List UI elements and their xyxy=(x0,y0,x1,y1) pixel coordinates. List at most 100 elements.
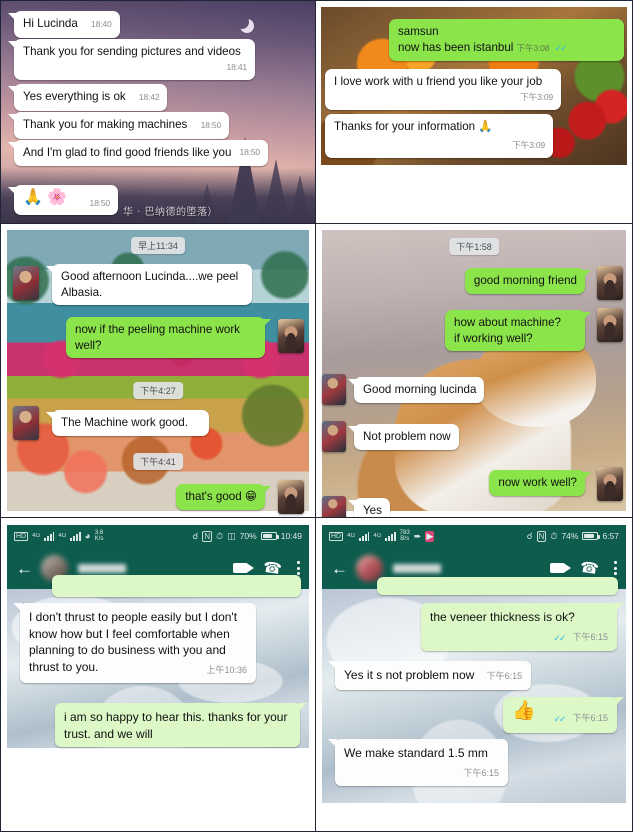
video-call-icon[interactable] xyxy=(233,563,255,573)
contact-name-blurred[interactable] xyxy=(78,563,170,573)
location-arrow-icon: ➨ xyxy=(413,530,422,541)
message-text-line1: samsun xyxy=(398,25,439,38)
message-time: 下午3:09 xyxy=(520,91,553,102)
message-bubble[interactable]: I love work with u friend you like your … xyxy=(325,69,561,110)
vibrate-icon: ◫ xyxy=(227,530,236,541)
day-timestamp: 下午4:27 xyxy=(133,382,183,399)
message-time: 18:40 xyxy=(91,19,112,29)
rate-unit: K/s xyxy=(94,535,104,542)
status-clock: 10:49 xyxy=(280,531,302,541)
message-bubble[interactable]: how about machine? if working well? xyxy=(445,310,591,351)
message-bubble[interactable]: now if the peeling machine work well? xyxy=(66,317,271,358)
message-text: Yes everything is ok xyxy=(23,90,126,103)
message-text: that's good 😁 xyxy=(185,490,257,503)
message-time: 18:42 xyxy=(138,92,160,102)
message-text: now work well? xyxy=(498,476,577,489)
app-notification-icon: ▶ xyxy=(425,530,435,542)
message-time: 18:50 xyxy=(239,147,260,157)
message-bubble[interactable]: Yes it s not problem now 下午6:15 xyxy=(327,661,532,690)
message-bubble-emoji[interactable]: 🙏 🌸 18:50 xyxy=(8,185,118,215)
message-bubble[interactable]: The Machine work good. xyxy=(46,410,209,436)
status-clock: 6:57 xyxy=(602,531,619,541)
message-bubble[interactable]: Yes everything is ok 18:42 xyxy=(7,84,168,111)
signal-bars-icon-1 xyxy=(359,531,370,541)
status-bar: HD 4G 4G 783 B/s ➨ ▶ ☌ N ⏱ 74% 6:57 xyxy=(322,525,626,547)
hd-icon: HD xyxy=(329,531,344,541)
message-bubble[interactable]: Thank you for sending pictures and video… xyxy=(8,39,255,80)
moon-icon xyxy=(235,15,249,29)
panel-chat-resort: 早上11:34 Good afternoon Lucinda....we pee… xyxy=(0,224,316,518)
message-time: 下午6:15 xyxy=(486,671,523,681)
signal-bars-icon-1 xyxy=(44,531,55,541)
message-bubble[interactable]: I don't thrust to people easily but I do… xyxy=(13,603,256,683)
chat-background: I don't thrust to people easily but I do… xyxy=(7,575,309,748)
network-type-label-2: 4G xyxy=(373,533,382,539)
message-bubble[interactable]: And I'm glad to find good friends like y… xyxy=(8,140,268,166)
battery-icon xyxy=(260,532,279,540)
video-call-icon[interactable] xyxy=(550,563,572,573)
overflow-menu-icon[interactable] xyxy=(614,561,617,575)
message-bubble[interactable]: now work well? xyxy=(489,470,591,496)
network-rate: 3.6 K/s xyxy=(94,529,104,542)
message-bubble[interactable]: Hi Lucinda 18:40 xyxy=(8,11,120,38)
avatar[interactable] xyxy=(322,496,346,517)
back-arrow-icon[interactable]: ← xyxy=(16,560,33,577)
avatar[interactable] xyxy=(597,308,623,342)
message-text: Thank you for making machines xyxy=(23,118,188,131)
message-time: 18:41 xyxy=(226,61,247,72)
message-bubble[interactable]: Yes xyxy=(348,498,390,517)
message-text: i am so happy to hear this. thanks for y… xyxy=(64,710,288,741)
message-time: 18:50 xyxy=(89,198,110,208)
phone-call-icon[interactable]: ☎ xyxy=(579,558,600,577)
message-text: Not problem now xyxy=(363,430,451,443)
message-bubble[interactable]: good morning friend xyxy=(464,268,592,294)
message-bubble[interactable]: Thanks for your information 🙏 下午3:09 xyxy=(325,114,553,158)
status-bar: HD 4G 4G ◕ 3.6 K/s ☌ N ⏱ ◫ 70% 10:49 xyxy=(7,525,309,547)
message-text: Thanks for your information 🙏 xyxy=(334,120,493,133)
alarm-icon: ⏱ xyxy=(216,530,224,541)
message-bubble[interactable]: Good morning lucinda xyxy=(347,377,485,403)
avatar[interactable] xyxy=(278,319,304,353)
message-bubble[interactable]: samsun now has been istanbul 下午3:08 ✓✓ xyxy=(389,19,624,61)
emoji-content: 🙏 🌸 xyxy=(23,189,68,206)
message-bubble[interactable]: that's good 😁 xyxy=(176,484,271,510)
message-text: The Machine work good. xyxy=(61,416,188,429)
message-bubble[interactable]: Good afternoon Lucinda....we peel Albasi… xyxy=(46,264,252,305)
message-text: And I'm glad to find good friends like y… xyxy=(23,146,232,159)
avatar[interactable] xyxy=(597,467,623,501)
message-bubble[interactable]: i am so happy to hear this. thanks for y… xyxy=(55,703,307,747)
contact-name-blurred[interactable] xyxy=(393,563,485,573)
avatar[interactable] xyxy=(13,266,39,300)
avatar[interactable] xyxy=(322,374,346,405)
message-time: 下午3:09 xyxy=(512,139,545,150)
network-rate: 783 B/s xyxy=(400,529,410,542)
message-bubble[interactable]: We make standard 1.5 mm 下午6:15 xyxy=(328,739,508,786)
message-time: 下午6:15 xyxy=(463,767,499,778)
message-time: 下午3:08 xyxy=(516,42,550,53)
alarm-icon: ⏱ xyxy=(550,530,558,541)
avatar[interactable] xyxy=(597,266,623,300)
message-text: We make standard 1.5 mm xyxy=(344,746,488,760)
pine-peak xyxy=(263,159,289,223)
message-bubble[interactable]: the veneer thickness is ok? 下午6:15 ✓✓ xyxy=(421,603,624,651)
avatar[interactable] xyxy=(322,421,346,452)
overflow-menu-icon[interactable] xyxy=(297,561,300,575)
message-bubble-partial[interactable] xyxy=(377,577,618,595)
message-bubble-partial[interactable] xyxy=(52,575,301,597)
message-bubble-emoji[interactable]: 👍 下午6:15 ✓✓ xyxy=(503,697,624,733)
message-text-line2: if working well? xyxy=(454,331,533,345)
nfc-icon: N xyxy=(536,530,547,542)
back-arrow-icon[interactable]: ← xyxy=(331,560,348,577)
read-receipt-icon: ✓✓ xyxy=(553,714,566,724)
avatar[interactable] xyxy=(13,406,39,440)
message-bubble[interactable]: Thank you for making machines 18:50 xyxy=(7,112,230,139)
network-type-label-2: 4G xyxy=(58,533,67,539)
chat-background: the veneer thickness is ok? 下午6:15 ✓✓ Ye… xyxy=(322,577,626,803)
message-text: Thank you for sending pictures and video… xyxy=(23,45,241,58)
pine-peak xyxy=(289,175,311,223)
message-bubble[interactable]: Not problem now xyxy=(348,424,459,450)
avatar[interactable] xyxy=(278,480,304,514)
signal-bars-icon-2 xyxy=(70,531,81,541)
message-text: good morning friend xyxy=(473,274,577,287)
hd-icon: HD xyxy=(14,531,29,541)
